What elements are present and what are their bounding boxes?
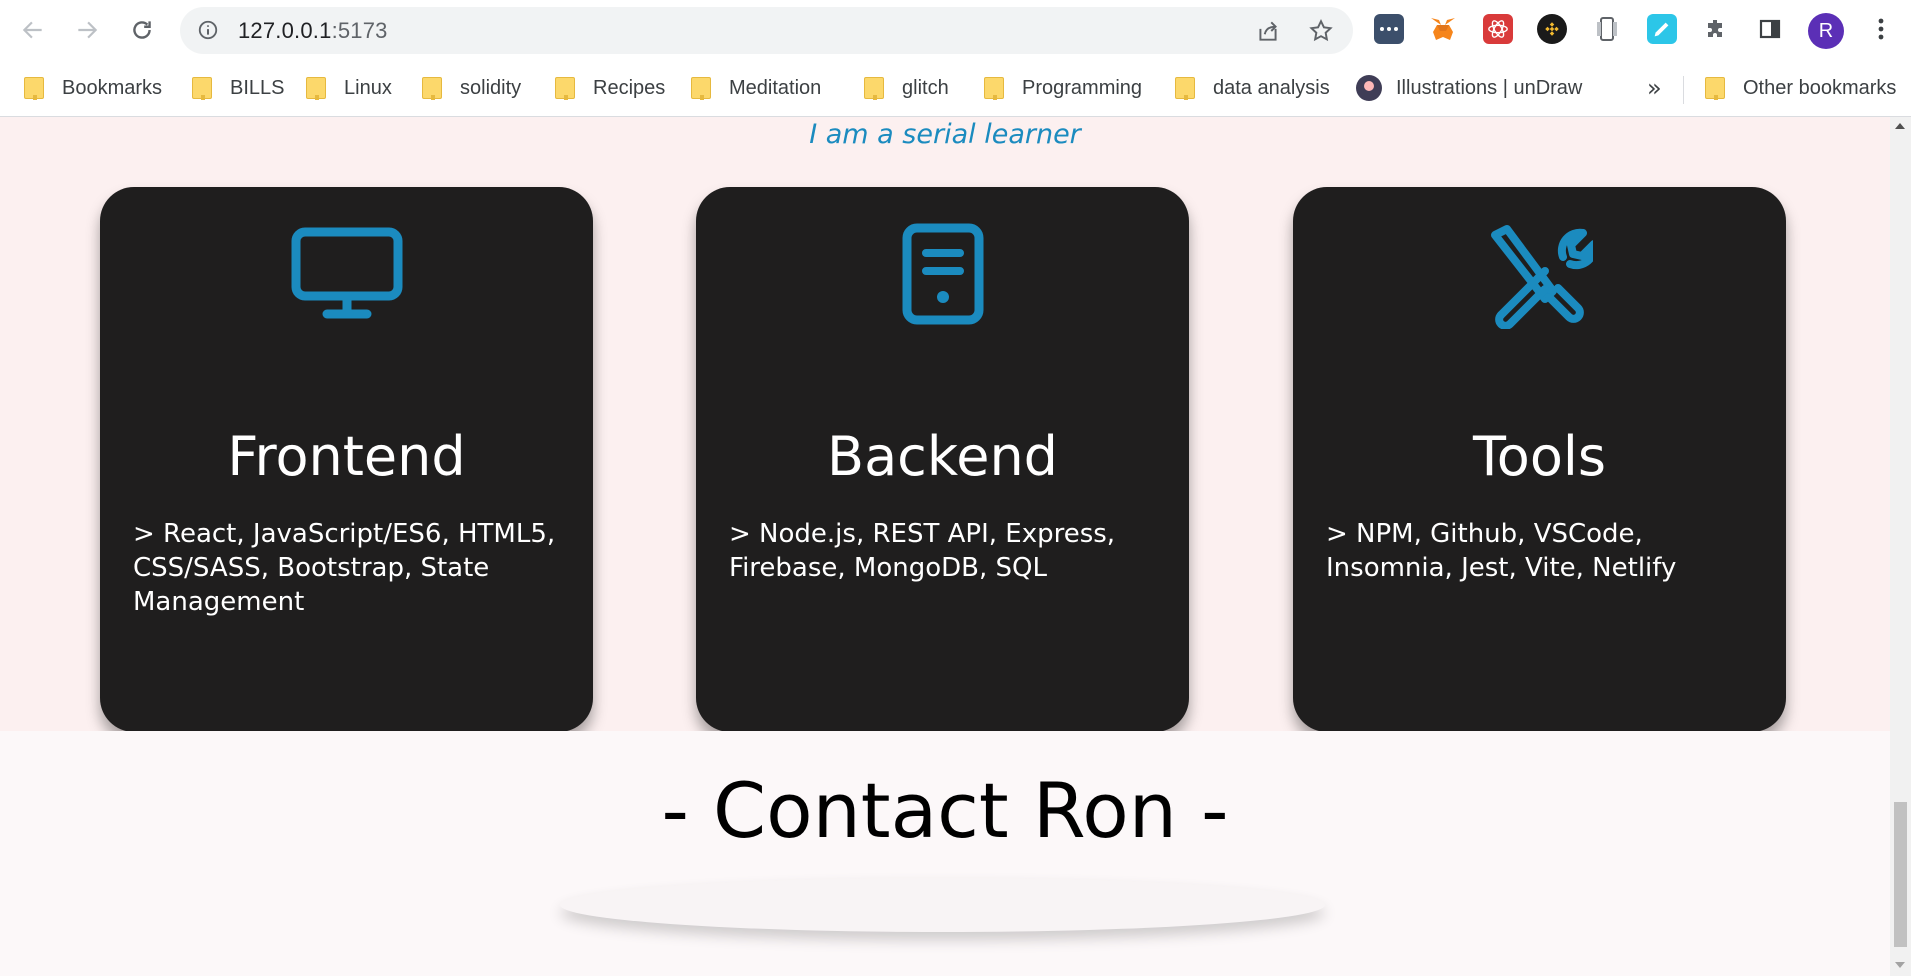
folder-icon (24, 77, 44, 100)
card-title: Tools (1472, 425, 1607, 488)
reload-button[interactable] (124, 12, 160, 48)
card-title: Backend (827, 425, 1058, 488)
binance-wallet-icon[interactable] (1537, 14, 1567, 44)
skill-card-backend: Backend > Node.js, REST API, Express, Fi… (696, 187, 1189, 732)
folder-icon (1175, 77, 1195, 100)
folder-icon (984, 77, 1004, 100)
forward-button[interactable] (69, 12, 105, 48)
scrollbar-thumb[interactable] (1894, 802, 1907, 947)
site-info-icon[interactable] (197, 19, 219, 41)
url-text: 127.0.0.1:5173 (238, 18, 388, 43)
back-button[interactable] (15, 12, 51, 48)
scroll-down-arrow-icon[interactable] (1895, 962, 1905, 968)
folder-icon (555, 77, 575, 100)
extension-dots-icon[interactable] (1374, 14, 1404, 44)
extensions-puzzle-icon[interactable] (1701, 14, 1731, 44)
page-scrollbar[interactable] (1890, 117, 1911, 976)
browser-menu-icon[interactable] (1866, 14, 1896, 44)
other-bookmarks-folder[interactable]: Other bookmarks (1705, 72, 1896, 104)
bookmarks-divider (1683, 76, 1684, 104)
folder-icon (192, 77, 212, 100)
skills-section: I am a serial learner Frontend > React, … (0, 117, 1890, 732)
pen-extension-icon[interactable] (1647, 14, 1677, 44)
bookmark-folder[interactable]: data analysis (1175, 72, 1330, 104)
folder-icon (864, 77, 884, 100)
skill-card-tools: Tools > NPM, Github, VSCode, Insomnia, J… (1293, 187, 1786, 732)
bookmark-folder[interactable]: Meditation (691, 72, 821, 104)
metamask-fox-icon[interactable] (1428, 14, 1458, 44)
folder-icon (1705, 77, 1725, 100)
contact-title: - Contact Ron - (661, 766, 1229, 855)
more-bookmarks-button[interactable]: » (1647, 74, 1662, 102)
bookmark-folder[interactable]: BILLS (192, 72, 284, 104)
tools-icon (1490, 225, 1593, 329)
bookmark-link[interactable]: Illustrations | unDraw (1356, 72, 1582, 104)
folder-icon (422, 77, 442, 100)
share-icon[interactable] (1255, 18, 1281, 44)
bookmark-folder[interactable]: solidity (422, 72, 521, 104)
skill-card-frontend: Frontend > React, JavaScript/ES6, HTML5,… (100, 187, 593, 732)
back-arrow-icon (22, 21, 42, 39)
card-description: > React, JavaScript/ES6, HTML5, CSS/SASS… (133, 519, 556, 617)
forward-arrow-icon (78, 21, 98, 39)
browser-toolbar: 127.0.0.1:5173 R (0, 0, 1911, 62)
bookmark-folder[interactable]: Recipes (555, 72, 665, 104)
bookmark-star-icon[interactable] (1308, 18, 1334, 44)
contact-card (560, 878, 1325, 932)
bookmark-folder[interactable]: Linux (306, 72, 392, 104)
page-viewport: I am a serial learner Frontend > React, … (0, 117, 1890, 976)
folder-icon (306, 77, 326, 100)
scroll-up-arrow-icon[interactable] (1895, 123, 1905, 129)
react-devtools-icon[interactable] (1483, 14, 1513, 44)
card-title: Frontend (227, 425, 466, 488)
server-icon (902, 223, 983, 325)
section-subtitle: I am a serial learner (809, 119, 1081, 150)
bookmark-folder[interactable]: Programming (984, 72, 1142, 104)
bookmark-folder[interactable]: glitch (864, 72, 949, 104)
card-description: > NPM, Github, VSCode, Insomnia, Jest, V… (1326, 519, 1677, 583)
contact-section: - Contact Ron - (0, 731, 1890, 976)
bookmark-folder[interactable]: Bookmarks (24, 72, 162, 104)
card-description: > Node.js, REST API, Express, Firebase, … (729, 519, 1116, 583)
monitor-icon (291, 227, 402, 319)
profile-avatar[interactable]: R (1808, 13, 1844, 49)
bookmarks-bar: Bookmarks BILLS Linux solidity Recipes M… (0, 62, 1911, 117)
address-bar[interactable]: 127.0.0.1:5173 (180, 7, 1353, 54)
undraw-favicon-icon (1356, 75, 1382, 101)
phone-device-icon[interactable] (1592, 14, 1622, 44)
folder-icon (691, 77, 711, 100)
side-panel-icon[interactable] (1755, 14, 1785, 44)
reload-icon (133, 21, 151, 39)
